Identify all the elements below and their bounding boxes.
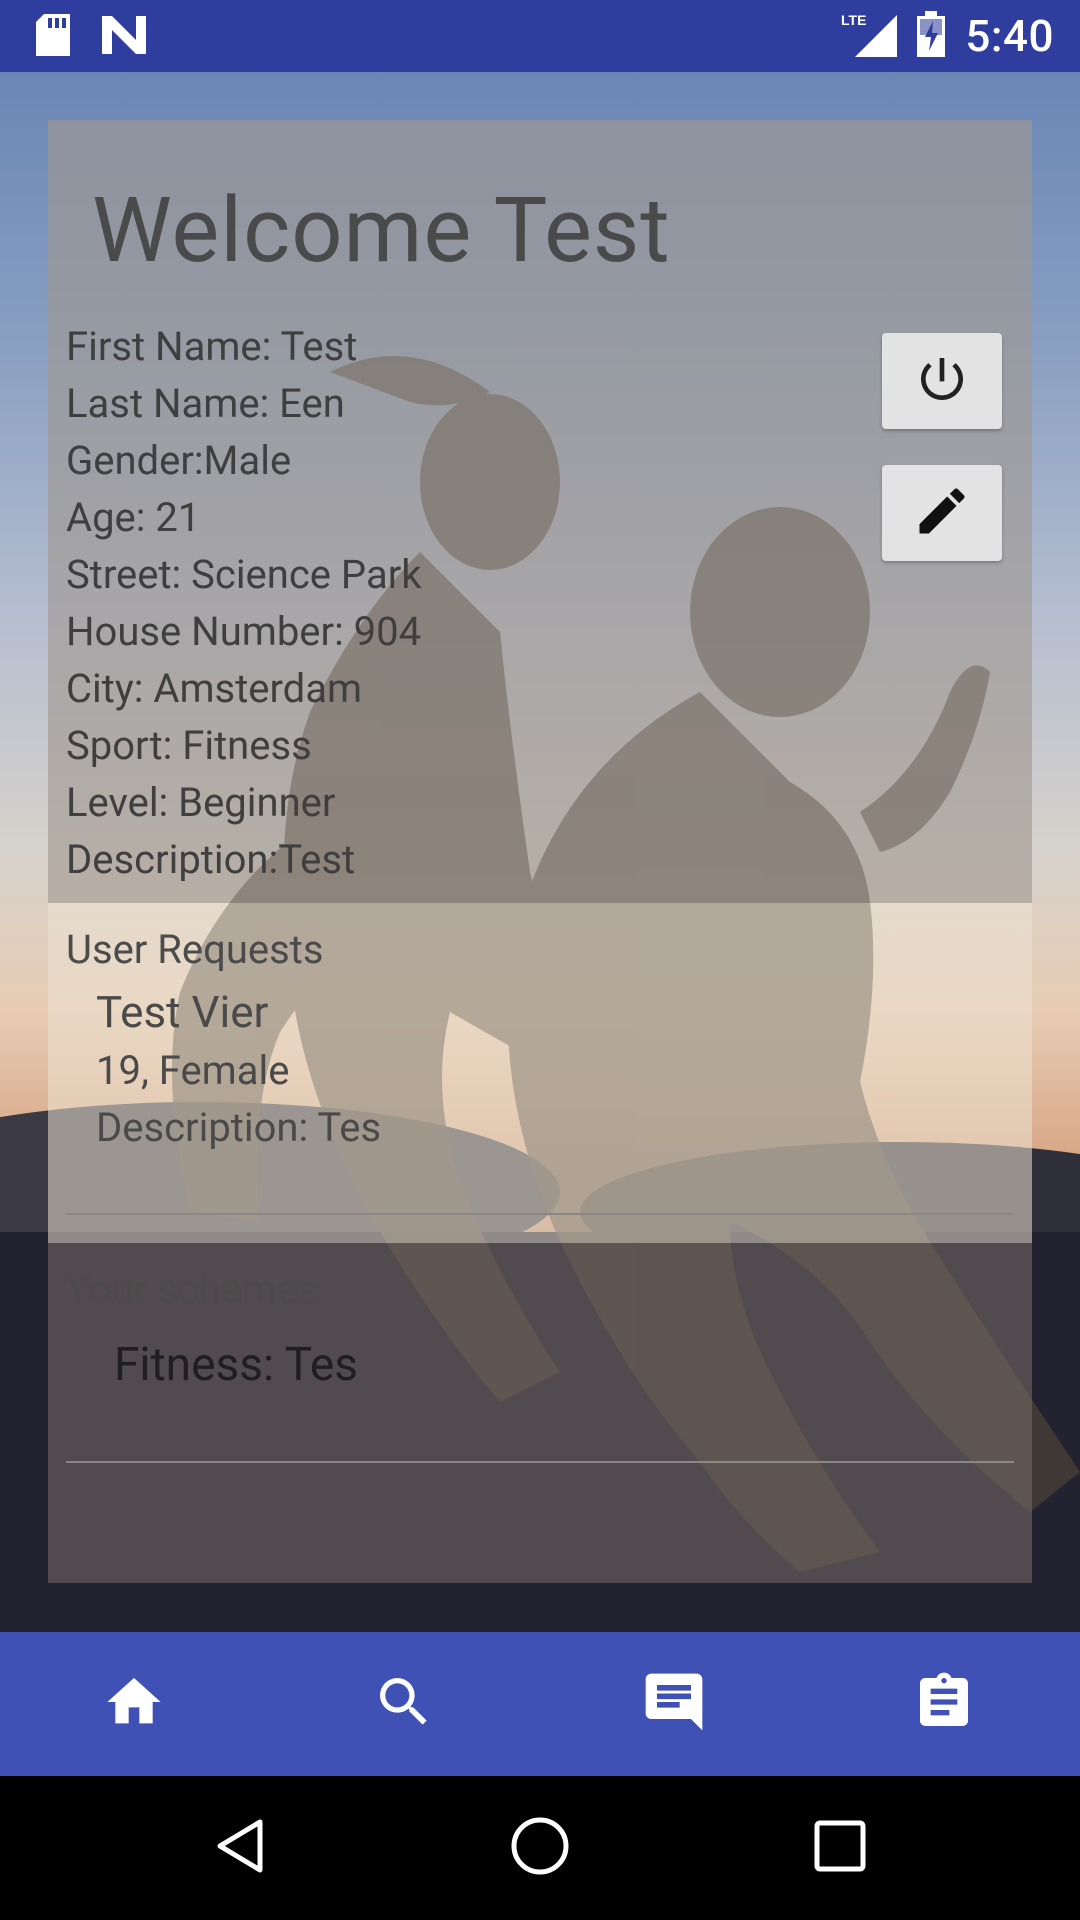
nav-messages-button[interactable] [638,1668,710,1740]
age: Age: 21 [66,494,201,541]
back-icon [210,1816,270,1880]
description: Description:Test [66,836,356,883]
profile-card: Welcome Test First Name: Test Last Name:… [48,120,1032,1583]
schemes-title: Your schemes [66,1266,319,1313]
level: Level: Beginner [66,779,336,826]
last-name: Last Name: Een [66,380,345,427]
edit-profile-button[interactable] [882,465,1002,561]
chat-icon [640,1668,708,1740]
svg-text:LTE: LTE [841,12,866,28]
recents-button[interactable] [800,1808,880,1888]
recents-icon [812,1818,868,1878]
nav-schemes-button[interactable] [908,1668,980,1740]
status-bar: LTE 5:40 [0,0,1080,72]
battery-charging-icon [917,11,946,61]
clock: 5:40 [965,10,1054,62]
home-circle-icon [508,1814,572,1882]
request-name: Test Vier [96,986,269,1038]
divider [66,1461,1014,1463]
system-navigation-bar [0,1776,1080,1920]
gender: Gender:Male [66,437,292,484]
back-button[interactable] [200,1808,280,1888]
search-icon [372,1670,436,1738]
home-icon [102,1670,166,1738]
scheme-item[interactable]: Fitness: Tes [114,1338,358,1392]
home-system-button[interactable] [500,1808,580,1888]
first-name: First Name: Test [66,323,358,370]
list-item[interactable]: Test Vier 19, Female Description: Tes [96,982,381,1156]
logout-button[interactable] [882,333,1002,429]
request-description: Description: Tes [96,1104,382,1151]
sd-card-icon [36,14,70,60]
profile-info: First Name: Test Last Name: Een Gender:M… [66,318,422,888]
edit-pencil-icon [912,481,972,545]
nav-search-button[interactable] [368,1668,440,1740]
city: City: Amsterdam [66,665,363,712]
power-icon [914,351,970,411]
house-number: House Number: 904 [66,608,422,655]
nav-home-button[interactable] [98,1668,170,1740]
lte-signal-icon: LTE [841,11,898,61]
street: Street: Science Park [66,551,422,598]
page-title: Welcome Test [92,178,671,283]
divider [66,1213,1014,1215]
request-age-gender: 19, Female [96,1047,290,1094]
n-logo-icon [102,16,146,58]
bottom-navigation [0,1632,1080,1776]
user-requests-title: User Requests [66,926,324,973]
assignment-icon [912,1670,976,1738]
sport: Sport: Fitness [66,722,312,769]
